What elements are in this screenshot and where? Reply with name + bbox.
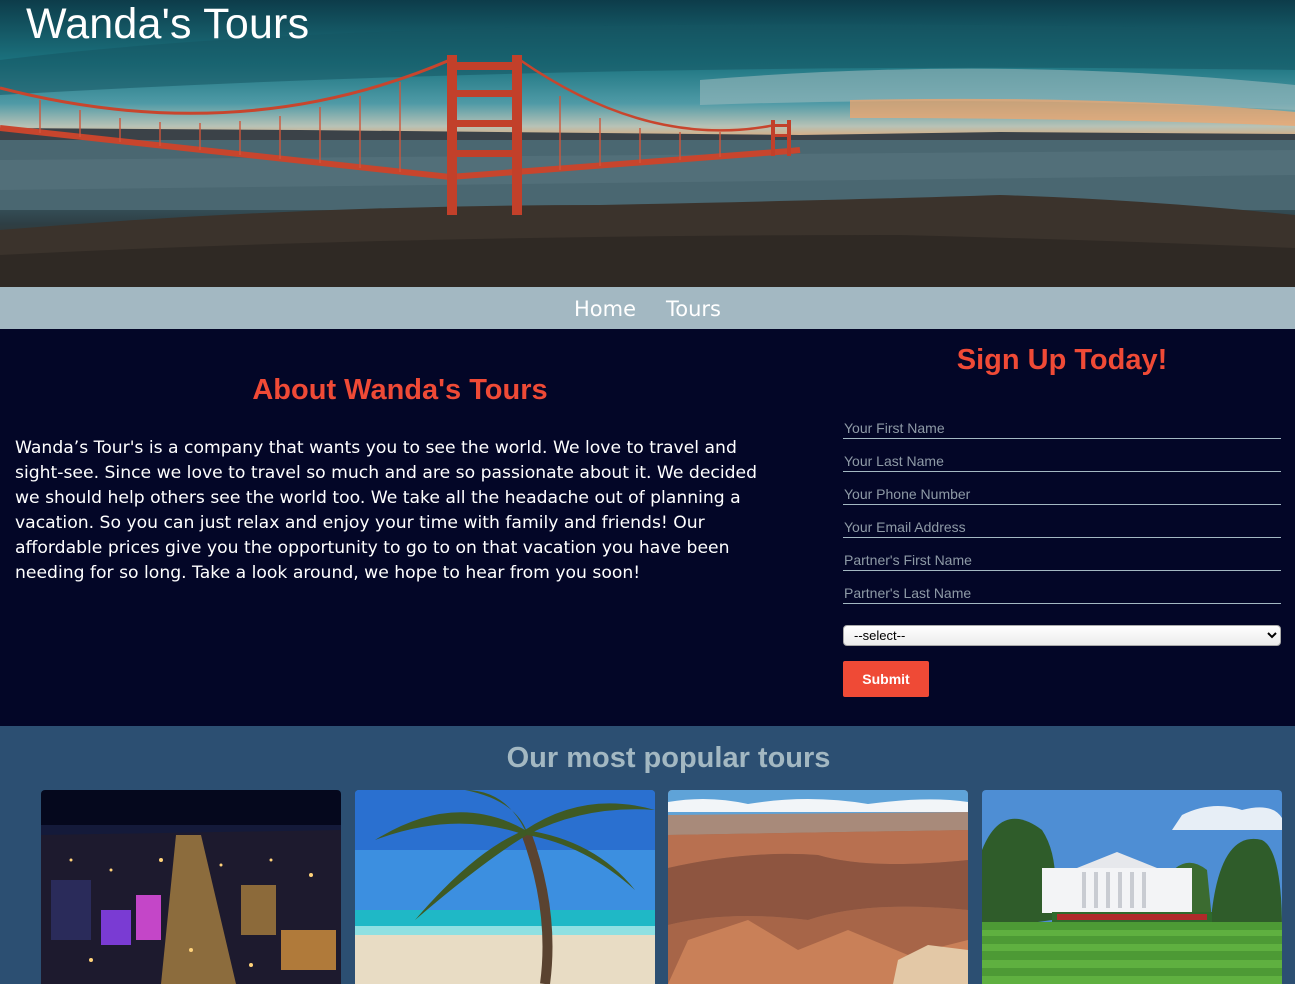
tour-card-white-house[interactable] [982,790,1282,984]
tour-select[interactable]: --select-- [843,625,1281,646]
site-title: Wanda's Tours [26,0,310,48]
phone-number-field[interactable] [843,483,1281,505]
popular-tours-heading: Our most popular tours [506,742,831,774]
tropical-beach-palm-image [355,790,655,984]
partner-first-name-field[interactable] [843,549,1281,571]
partner-last-name-field[interactable] [843,582,1281,604]
first-name-field[interactable] [843,417,1281,439]
signup-heading: Sign Up Today! [956,344,1168,376]
hero-banner: Wanda's Tours [0,0,1295,287]
popular-tours-section: Our most popular tours [0,726,1295,984]
tour-card-grand-canyon[interactable] [668,790,968,984]
main-nav: Home Tours [0,287,1295,329]
nav-link-home[interactable]: Home [574,295,636,321]
submit-button[interactable]: Submit [843,661,929,697]
about-heading: About Wanda's Tours [252,374,548,406]
tour-card-beach[interactable] [355,790,655,984]
last-name-field[interactable] [843,450,1281,472]
tour-card-las-vegas[interactable] [41,790,341,984]
main-section: About Wanda's Tours Wanda’s Tour's is a … [0,329,1295,726]
las-vegas-night-skyline-image [41,790,341,984]
grand-canyon-image [668,790,968,984]
nav-link-tours[interactable]: Tours [666,295,721,321]
white-house-image [982,790,1282,984]
email-address-field[interactable] [843,516,1281,538]
about-text: Wanda’s Tour's is a company that wants y… [15,438,758,583]
